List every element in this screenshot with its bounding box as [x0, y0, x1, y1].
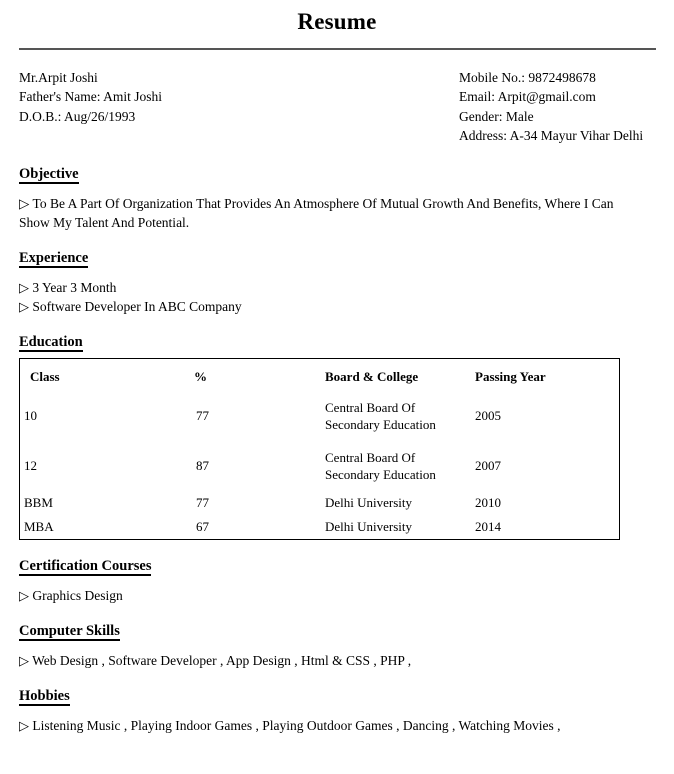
computer-skills-heading: Computer Skills	[19, 622, 120, 641]
section-experience: Experience ▷ 3 Year 3 Month ▷ Software D…	[0, 249, 674, 316]
objective-body: ▷ To Be A Part Of Organization That Prov…	[19, 194, 656, 232]
bullet-triangle-icon: ▷	[19, 652, 29, 668]
table-row: BBM 77 Delhi University 2010	[20, 491, 620, 515]
experience-heading: Experience	[19, 249, 89, 268]
education-table-header: Class % Board & College Passing Year	[20, 358, 620, 391]
experience-item-duration: 3 Year 3 Month	[32, 279, 117, 295]
mobile-number: Mobile No.: 9872498678	[459, 69, 596, 85]
cell-percent: 77	[196, 407, 209, 423]
computer-skills-item: Web Design , Software Developer , App De…	[32, 652, 412, 668]
list-item: ▷ 3 Year 3 Month	[19, 278, 656, 297]
table-row: 12 87 Central Board Of Secondary Educati…	[20, 441, 620, 491]
section-computer-skills: Computer Skills ▷ Web Design , Software …	[0, 622, 674, 670]
cell-passing-year: 2005	[475, 407, 501, 423]
hobbies-item: Listening Music , Playing Indoor Games ,…	[32, 717, 561, 733]
column-header-percent: %	[194, 368, 207, 384]
column-header-passing-year: Passing Year	[475, 368, 546, 384]
objective-heading: Objective	[19, 165, 79, 184]
cell-percent: 87	[196, 457, 209, 473]
hobbies-heading: Hobbies	[19, 687, 70, 706]
cell-board-college: Central Board Of Secondary Education	[324, 441, 473, 491]
hobbies-body: ▷ Listening Music , Playing Indoor Games…	[19, 716, 656, 735]
table-row: 10 77 Central Board Of Secondary Educati…	[20, 391, 620, 441]
column-header-class: Class	[30, 368, 60, 384]
applicant-name: Mr.Arpit Joshi	[19, 69, 98, 85]
objective-bullet-line: ▷ To Be A Part Of Organization That Prov…	[19, 194, 644, 232]
cell-board-college: Delhi University	[325, 494, 413, 510]
cell-board-line-2: Secondary Education	[325, 466, 436, 482]
fathers-name: Father's Name: Amit Joshi	[19, 89, 163, 105]
cell-class: BBM	[24, 494, 53, 510]
cell-board-college: Central Board Of Secondary Education	[324, 391, 473, 441]
table-row: MBA 67 Delhi University 2014	[20, 515, 620, 540]
resume-page: Resume Mr.Arpit Joshi Father's Name: Ami…	[0, 0, 674, 774]
personal-info-left-column: Mr.Arpit Joshi Father's Name: Amit Joshi…	[19, 68, 459, 127]
cell-percent: 77	[196, 494, 209, 510]
education-table: Class % Board & College Passing Year 10 …	[19, 357, 620, 540]
page-title: Resume	[297, 9, 377, 34]
date-of-birth: D.O.B.: Aug/26/1993	[19, 108, 136, 124]
cell-board-college: Delhi University	[325, 518, 413, 534]
table-header-row: Class % Board & College Passing Year	[20, 358, 620, 391]
education-table-body: 10 77 Central Board Of Secondary Educati…	[20, 391, 620, 540]
cell-passing-year: 2010	[475, 494, 501, 510]
cell-class: 12	[24, 457, 37, 473]
personal-info-right-column: Mobile No.: 9872498678 Email: Arpit@gmai…	[459, 68, 656, 146]
list-item: ▷ Graphics Design	[19, 586, 656, 605]
experience-item-role: Software Developer In ABC Company	[32, 298, 242, 314]
cell-percent: 67	[196, 518, 209, 534]
list-item: ▷ Web Design , Software Developer , App …	[19, 651, 656, 670]
education-table-wrapper: Class % Board & College Passing Year 10 …	[0, 357, 674, 540]
computer-skills-body: ▷ Web Design , Software Developer , App …	[19, 651, 656, 670]
education-heading: Education	[19, 333, 83, 352]
cell-passing-year: 2014	[475, 518, 501, 534]
experience-body: ▷ 3 Year 3 Month ▷ Software Developer In…	[19, 278, 656, 316]
bullet-triangle-icon: ▷	[19, 587, 29, 603]
list-item: ▷ Listening Music , Playing Indoor Games…	[19, 716, 656, 735]
bullet-triangle-icon: ▷	[19, 717, 29, 733]
cell-board-line-2: Secondary Education	[325, 416, 436, 432]
personal-info: Mr.Arpit Joshi Father's Name: Amit Joshi…	[0, 68, 674, 146]
address: Address: A-34 Mayur Vihar Delhi	[459, 128, 644, 144]
certification-courses-heading: Certification Courses	[19, 557, 152, 576]
cell-class: MBA	[24, 518, 54, 534]
bullet-triangle-icon: ▷	[19, 195, 30, 211]
certification-item: Graphics Design	[32, 587, 123, 603]
cell-board-line-1: Central Board Of	[325, 449, 416, 465]
section-objective: Objective ▷ To Be A Part Of Organization…	[0, 165, 674, 232]
title-divider	[19, 47, 656, 50]
column-header-board-college: Board & College	[325, 368, 419, 384]
email-address: Email: Arpit@gmail.com	[459, 89, 596, 105]
objective-text: To Be A Part Of Organization That Provid…	[19, 195, 614, 230]
gender: Gender: Male	[459, 108, 534, 124]
cell-passing-year: 2007	[475, 457, 501, 473]
certification-courses-body: ▷ Graphics Design	[19, 586, 656, 605]
section-hobbies: Hobbies ▷ Listening Music , Playing Indo…	[0, 687, 674, 735]
bullet-triangle-icon: ▷	[19, 279, 29, 295]
list-item: ▷ Software Developer In ABC Company	[19, 297, 656, 316]
cell-board-line-1: Central Board Of	[325, 399, 416, 415]
cell-class: 10	[24, 407, 37, 423]
section-certification-courses: Certification Courses ▷ Graphics Design	[0, 557, 674, 605]
bullet-triangle-icon: ▷	[19, 298, 29, 314]
section-education: Education	[0, 333, 674, 352]
